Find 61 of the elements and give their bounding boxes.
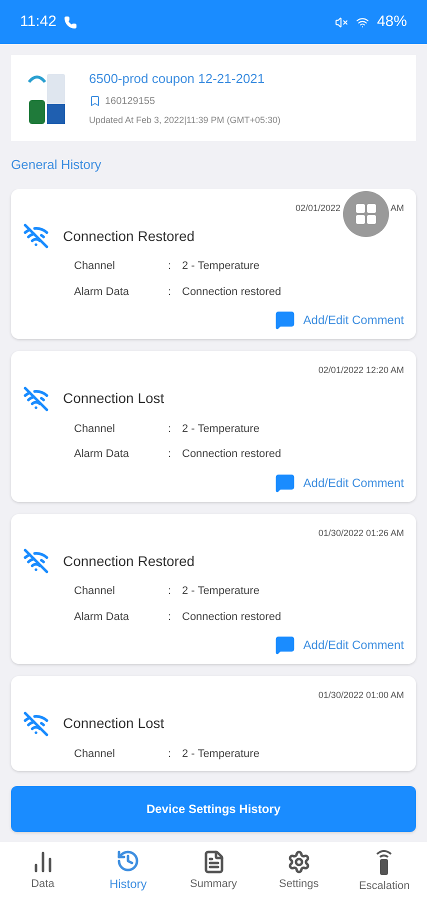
mute-icon (334, 16, 348, 28)
wifi-icon (356, 16, 369, 28)
event-title: Connection Restored (63, 552, 195, 570)
field-value: Connection restored (182, 447, 282, 462)
settings-icon (286, 850, 311, 874)
field-value: 2 - Temperature (182, 422, 260, 436)
wifi-off-icon (23, 386, 49, 412)
nav-tab[interactable]: Escalation (342, 842, 427, 900)
event-title: Connection Lost (63, 389, 164, 408)
field-colon: : (168, 422, 172, 436)
floating-grid-button[interactable] (343, 190, 389, 236)
wifi-off-icon (23, 223, 49, 249)
grid-icon (356, 204, 376, 224)
serial-number: 160129155 (105, 94, 156, 108)
nav-tab[interactable]: Data (0, 842, 86, 900)
comment-icon (275, 635, 296, 655)
event-timestamp: 01/30/2022 01:26 AM (318, 526, 404, 540)
field-label: Alarm Data (74, 447, 130, 462)
event-timestamp: 02/01/2022 (295, 202, 340, 214)
field-value: Connection restored (182, 284, 282, 300)
add-comment-link[interactable]: Add/Edit Comment (275, 635, 404, 655)
field-value: 2 - Temperature (182, 259, 260, 274)
field-value: 2 - Temperature (182, 746, 260, 762)
field-value: 2 - Temperature (182, 584, 260, 599)
nav-tab[interactable]: Settings (256, 842, 342, 900)
event-timestamp: AM (390, 202, 404, 214)
field-colon: : (168, 610, 172, 624)
nav-tab[interactable]: History (85, 842, 171, 900)
event-timestamp: 01/30/2022 01:00 AM (318, 689, 404, 702)
field-label: Channel (74, 422, 116, 436)
wifi-off-icon (23, 548, 49, 574)
updated-text: Updated At Feb 3, 2022|11:39 PM (GMT+05:30) (89, 114, 281, 127)
field-value: Connection restored (182, 610, 282, 624)
battery-text: 48% (376, 12, 407, 32)
event-title: Connection Restored (63, 226, 195, 246)
field-colon: : (168, 259, 172, 274)
device-settings-history-button[interactable]: Device Settings History (11, 786, 416, 832)
comment-icon (275, 472, 296, 492)
add-comment-link[interactable]: Add/Edit Comment (275, 472, 404, 492)
history-icon (116, 849, 140, 873)
device-name[interactable]: 6500-prod coupon 12-21-2021 (89, 69, 281, 88)
nav-tab[interactable]: Summary (170, 842, 256, 900)
field-colon: : (168, 746, 172, 762)
section-title: General History (11, 156, 102, 174)
field-label: Alarm Data (74, 284, 130, 300)
field-colon: : (168, 447, 172, 462)
field-label: Channel (74, 584, 116, 599)
comment-icon (275, 310, 296, 330)
field-colon: : (168, 584, 172, 599)
phone-icon (64, 16, 78, 28)
bookmark-icon (89, 95, 101, 107)
event-title: Connection Lost (63, 714, 164, 733)
field-label: Channel (74, 259, 116, 274)
status-time: 11:42 (20, 12, 56, 32)
field-label: Alarm Data (74, 610, 130, 624)
remote-icon (374, 848, 394, 876)
field-label: Channel (74, 746, 116, 762)
wifi-off-icon (23, 710, 49, 736)
field-colon: : (168, 284, 172, 300)
event-timestamp: 02/01/2022 12:20 AM (318, 364, 404, 377)
add-comment-link[interactable]: Add/Edit Comment (275, 310, 404, 330)
